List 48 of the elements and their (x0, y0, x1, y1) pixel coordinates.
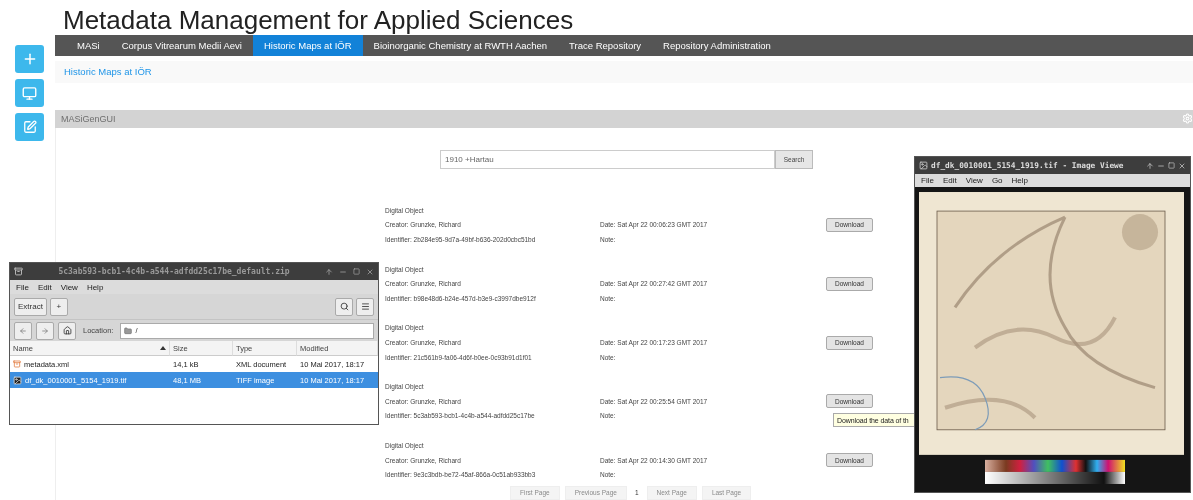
folder-icon (124, 326, 133, 335)
sort-icon (160, 346, 166, 350)
nav-tab[interactable]: MASi (66, 35, 111, 57)
extract-button[interactable]: Extract (14, 297, 47, 316)
back-button[interactable] (14, 321, 32, 340)
add-button[interactable] (15, 45, 44, 73)
window-title: 5c3ab593-bcb1-4c4b-a544-adfdd25c17be_default.zip (57, 267, 291, 276)
home-button[interactable] (58, 321, 76, 340)
menu-button[interactable] (356, 297, 374, 316)
nav-tab[interactable]: Trace Repository (558, 35, 653, 57)
search-icon (339, 302, 349, 311)
monitor-icon (22, 85, 37, 101)
menu-item[interactable]: File (921, 176, 934, 185)
pin-icon (1146, 161, 1154, 170)
menu-item[interactable]: View (60, 282, 78, 292)
menu-item[interactable]: Edit (942, 176, 957, 185)
add-file-button[interactable]: + (49, 297, 68, 316)
menu-icon (360, 302, 370, 311)
menu-item[interactable]: File (16, 282, 29, 292)
archive-icon (14, 267, 23, 276)
home-icon (62, 326, 72, 335)
search-field[interactable]: 1910 +Hartau (440, 150, 775, 170)
close-icon (1178, 161, 1186, 170)
settings-icon (1182, 113, 1193, 125)
image-icon (919, 161, 928, 170)
maximize-icon (1168, 162, 1175, 169)
panel-title: MASiGenGUI (61, 113, 116, 124)
nav-tab[interactable]: Repository Administration (652, 35, 782, 57)
menu-item[interactable]: Go (991, 176, 1003, 185)
menu-item[interactable]: Help (1011, 176, 1028, 185)
nav-tab[interactable]: Bioinorganic Chemistry at RWTH Aachen (362, 35, 559, 57)
close-icon (366, 267, 374, 276)
nav-tab[interactable]: Corpus Vitrearum Medii Aevi (110, 35, 253, 57)
menu-item[interactable]: Help (86, 282, 104, 292)
page-title: Metadata Management for Applied Sciences (62, 4, 575, 35)
monitor-button[interactable] (15, 79, 44, 107)
menu-item[interactable]: View (965, 176, 983, 185)
maximize-icon (353, 268, 360, 275)
edit-button[interactable] (15, 113, 44, 141)
forward-button[interactable] (36, 321, 54, 340)
edit-icon (22, 120, 37, 134)
pin-icon (325, 267, 333, 276)
nav-tab[interactable]: Historic Maps at IÖR (252, 35, 363, 57)
back-icon (19, 326, 27, 335)
search-button[interactable] (335, 297, 353, 316)
forward-icon (41, 326, 49, 335)
menu-item[interactable]: Edit (37, 282, 52, 292)
image-file-icon (13, 375, 22, 385)
